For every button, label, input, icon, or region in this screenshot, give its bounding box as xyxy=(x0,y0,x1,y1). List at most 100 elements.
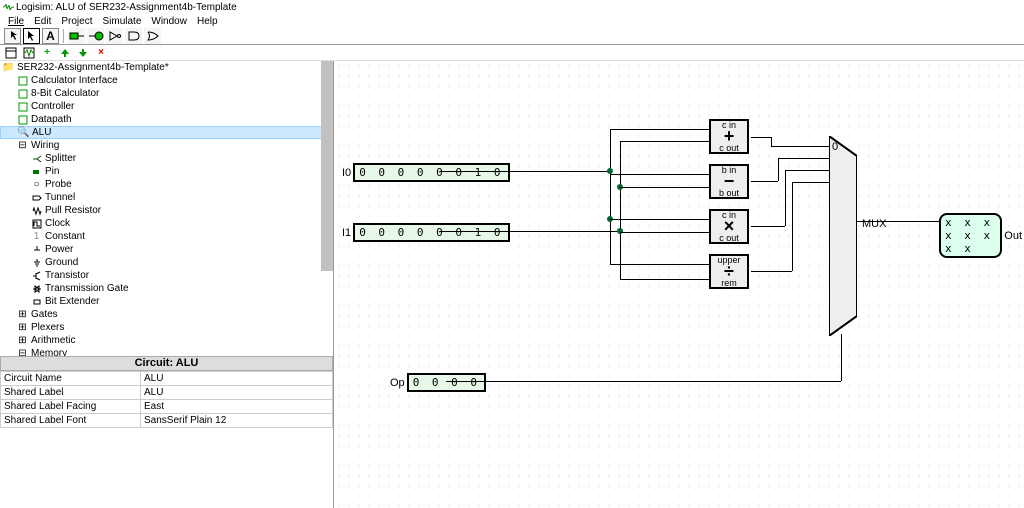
pin-value[interactable]: 0 0 0 0 xyxy=(407,373,486,392)
menu-help[interactable]: Help xyxy=(197,16,218,27)
property-row[interactable]: Shared LabelALU xyxy=(1,386,333,400)
tree-lib[interactable]: Arithmetic xyxy=(31,335,75,346)
multiplier-component[interactable]: c in × c out xyxy=(709,209,749,244)
tree-lib[interactable]: Memory xyxy=(31,348,67,356)
tree-wiring-item[interactable]: Ground xyxy=(45,257,78,268)
pull-resistor-icon xyxy=(30,206,43,216)
menu-file[interactable]: File xyxy=(8,16,24,27)
menu-project[interactable]: Project xyxy=(61,16,92,27)
property-row[interactable]: Shared Label FacingEast xyxy=(1,400,333,414)
circuit-canvas[interactable]: I0 0 0 0 0 0 0 1 0 I1 0 0 0 0 0 0 1 0 Op… xyxy=(334,61,1024,508)
adder-component[interactable]: c in + c out xyxy=(709,119,749,154)
tree-circuit[interactable]: Calculator Interface xyxy=(31,75,118,86)
tree-wiring-item[interactable]: Bit Extender xyxy=(45,296,99,307)
mux-component[interactable]: 0 xyxy=(829,136,857,336)
tree-wiring-item[interactable]: Power xyxy=(45,244,73,255)
folder-minus-icon[interactable]: ⊟ xyxy=(16,141,29,151)
tree-wiring-item[interactable]: Transistor xyxy=(45,270,89,281)
tree-wiring-item[interactable]: Transmission Gate xyxy=(45,283,129,294)
tree-wiring[interactable]: Wiring xyxy=(31,140,59,151)
pin-value[interactable]: 0 0 0 0 0 0 1 0 xyxy=(353,223,509,242)
menu-edit[interactable]: Edit xyxy=(34,16,51,27)
property-row[interactable]: Circuit NameALU xyxy=(1,372,333,386)
divider-component[interactable]: upper ÷ rem xyxy=(709,254,749,289)
power-icon xyxy=(30,245,43,255)
mux-select-value: 0 xyxy=(832,141,838,153)
logisim-icon xyxy=(2,1,14,13)
tree-wiring-item[interactable]: Clock xyxy=(45,218,70,229)
pin-out[interactable]: x x x x x x x x Out xyxy=(939,213,1024,258)
and-gate-button[interactable] xyxy=(125,28,142,44)
folder-plus-icon[interactable]: ⊞ xyxy=(16,310,29,320)
view-simulation-icon[interactable] xyxy=(22,46,36,60)
circuit-icon xyxy=(16,115,29,125)
mul-cout-label: c out xyxy=(711,233,747,243)
pin-value[interactable]: 0 0 0 0 0 0 1 0 xyxy=(353,163,509,182)
folder-minus-icon[interactable]: ⊟ xyxy=(16,349,29,357)
ground-icon xyxy=(30,258,43,268)
tree-wiring-item[interactable]: Pull Resistor xyxy=(45,205,101,216)
window-title: Logisim: ALU of SER232-Assignment4b-Temp… xyxy=(16,2,237,13)
properties-header: Circuit: ALU xyxy=(0,356,333,371)
property-row[interactable]: Shared Label FontSansSerif Plain 12 xyxy=(1,414,333,428)
menu-simulate[interactable]: Simulate xyxy=(102,16,141,27)
tree-wiring-item[interactable]: Pin xyxy=(45,166,59,177)
or-gate-button[interactable] xyxy=(144,28,161,44)
tree-circuit[interactable]: Datapath xyxy=(31,114,72,125)
toolbar-separator xyxy=(63,29,64,43)
move-up-icon[interactable] xyxy=(58,46,72,60)
sub-bout-label: b out xyxy=(711,188,747,198)
folder-plus-icon[interactable]: ⊞ xyxy=(16,336,29,346)
project-icon: 📁 xyxy=(2,63,15,73)
sidebar: 📁SER232-Assignment4b-Template* Calculato… xyxy=(0,61,334,508)
circuit-icon xyxy=(16,76,29,86)
pin-label: Op xyxy=(390,377,405,389)
pin-op[interactable]: Op 0 0 0 0 xyxy=(388,373,486,392)
move-down-icon[interactable] xyxy=(76,46,90,60)
adder-cout-label: c out xyxy=(711,143,747,153)
circuit-magnifier-icon: 🔍 xyxy=(17,128,30,138)
adder-cin-label: c in xyxy=(711,120,747,130)
tree-wiring-item[interactable]: Probe xyxy=(45,179,72,190)
pin-label: Out xyxy=(1004,230,1022,242)
tree-circuit[interactable]: 8-Bit Calculator xyxy=(31,88,99,99)
pin-icon xyxy=(30,167,43,177)
tunnel-icon xyxy=(30,193,43,203)
tree-scrollbar-thumb[interactable] xyxy=(321,61,333,271)
div-upper-label: upper xyxy=(711,255,747,265)
tree-lib[interactable]: Plexers xyxy=(31,322,64,333)
menu-window[interactable]: Window xyxy=(151,16,187,27)
splitter-icon xyxy=(30,154,43,164)
tree-wiring-item[interactable]: Constant xyxy=(45,231,85,242)
tree-root: SER232-Assignment4b-Template* xyxy=(17,62,169,73)
pin-i1[interactable]: I1 0 0 0 0 0 0 1 0 xyxy=(340,223,510,242)
not-gate-button[interactable] xyxy=(106,28,123,44)
pin-label: I1 xyxy=(342,227,351,239)
circuit-icon xyxy=(16,89,29,99)
sub-bin-label: b in xyxy=(711,165,747,175)
input-pin-button[interactable] xyxy=(68,28,85,44)
folder-plus-icon[interactable]: ⊞ xyxy=(16,323,29,333)
view-tree-icon[interactable] xyxy=(4,46,18,60)
title-bar: Logisim: ALU of SER232-Assignment4b-Temp… xyxy=(0,0,1024,14)
pin-label: I0 xyxy=(342,167,351,179)
explorer-toolbar: + × xyxy=(0,45,1024,61)
output-pin-button[interactable] xyxy=(87,28,104,44)
properties-table: Circuit NameALU Shared LabelALU Shared L… xyxy=(0,371,333,428)
subtractor-component[interactable]: b in − b out xyxy=(709,164,749,199)
poke-tool-button[interactable] xyxy=(4,28,21,44)
div-rem-label: rem xyxy=(711,278,747,288)
project-tree[interactable]: 📁SER232-Assignment4b-Template* Calculato… xyxy=(0,61,333,356)
tree-circuit[interactable]: Controller xyxy=(31,101,74,112)
mul-cin-label: c in xyxy=(711,210,747,220)
pin-i0[interactable]: I0 0 0 0 0 0 0 1 0 xyxy=(340,163,510,182)
new-circuit-icon[interactable]: + xyxy=(40,46,54,60)
delete-icon[interactable]: × xyxy=(94,46,108,60)
tree-wiring-item[interactable]: Tunnel xyxy=(45,192,75,203)
edit-tool-button[interactable] xyxy=(23,28,40,44)
menu-bar: File Edit Project Simulate Window Help xyxy=(0,14,1024,28)
tree-lib[interactable]: Gates xyxy=(31,309,58,320)
tree-circuit-alu[interactable]: ALU xyxy=(32,127,51,138)
tree-wiring-item[interactable]: Splitter xyxy=(45,153,76,164)
text-tool-button[interactable]: A xyxy=(42,28,59,44)
